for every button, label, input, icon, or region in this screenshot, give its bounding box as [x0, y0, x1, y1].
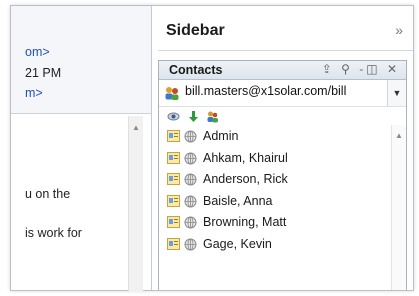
- divider: [158, 50, 413, 51]
- contact-card-icon: [167, 216, 180, 228]
- email-header: om> 21 PM m>: [11, 6, 151, 114]
- contact-name: Ahkam, Khairul: [203, 150, 288, 165]
- account-people-icon: [165, 87, 179, 100]
- globe-icon: [184, 152, 197, 164]
- globe-icon: [184, 238, 197, 250]
- contact-name: Admin: [203, 129, 239, 143]
- sender-address[interactable]: om>: [25, 45, 50, 59]
- scroll-up-arrow-icon[interactable]: ▲: [129, 122, 143, 134]
- contact-name: Browning, Matt: [203, 215, 287, 229]
- sidebar-title: Sidebar: [166, 22, 225, 39]
- contact-list: Admin Ahkam, Khairul Anderson, Rick Bais…: [159, 127, 406, 256]
- contacts-panel: Contacts ⇪ ⚲ -◫ ✕ bill.masters@x1solar.c…: [158, 60, 407, 290]
- download-arrow-icon[interactable]: [187, 110, 200, 123]
- eye-icon[interactable]: [167, 110, 180, 123]
- list-item[interactable]: Browning, Matt: [159, 213, 406, 235]
- list-item[interactable]: Baisle, Anna: [159, 192, 406, 214]
- account-address: bill.masters@x1solar.com/bill: [185, 84, 347, 98]
- people-icon[interactable]: [206, 110, 219, 123]
- undock-icon[interactable]: ⇪: [322, 62, 335, 76]
- globe-icon: [184, 173, 197, 186]
- sent-time: 21 PM: [25, 66, 62, 80]
- contact-name: Anderson, Rick: [203, 172, 288, 186]
- sidebar: Sidebar » Contacts ⇪ ⚲ -◫ ✕ bill.masters…: [152, 6, 413, 290]
- contact-card-icon: [167, 237, 180, 250]
- recipient-address[interactable]: m>: [25, 86, 43, 100]
- sidebar-collapse-icon[interactable]: »: [395, 22, 403, 38]
- search-icon[interactable]: ⚲: [341, 62, 353, 76]
- contacts-title: Contacts: [169, 63, 223, 77]
- contact-card-icon: [167, 151, 180, 164]
- contacts-scrollbar[interactable]: ▲: [391, 125, 406, 290]
- globe-icon: [184, 130, 197, 143]
- scroll-up-arrow-icon[interactable]: ▲: [392, 131, 406, 140]
- contact-card-icon: [167, 194, 180, 207]
- contacts-header: Contacts ⇪ ⚲ -◫ ✕: [159, 61, 406, 80]
- list-item[interactable]: Ahkam, Khairul: [159, 149, 406, 171]
- contact-card-icon: [167, 173, 180, 185]
- list-item[interactable]: Admin: [159, 127, 406, 149]
- chevron-down-icon[interactable]: ▼: [387, 80, 406, 106]
- contacts-toolbar: [159, 107, 406, 127]
- email-body-line: u on the: [25, 187, 71, 201]
- contact-card-icon: [167, 130, 180, 142]
- panel-controls: ⇪ ⚲ -◫ ✕: [322, 62, 400, 76]
- email-body-line: is work for: [25, 226, 82, 240]
- contact-name: Gage, Kevin: [203, 236, 272, 251]
- globe-icon: [184, 195, 197, 207]
- email-scrollbar[interactable]: ▲: [128, 116, 143, 292]
- list-item[interactable]: Gage, Kevin: [159, 235, 406, 257]
- close-icon[interactable]: ✕: [387, 62, 400, 76]
- list-item[interactable]: Anderson, Rick: [159, 170, 406, 192]
- contact-name: Baisle, Anna: [203, 193, 273, 208]
- application-window: om> 21 PM m> u on the is work for ▲ Side…: [10, 5, 414, 292]
- account-selector[interactable]: bill.masters@x1solar.com/bill ▼: [159, 80, 406, 107]
- minimize-icon[interactable]: -◫: [359, 62, 380, 76]
- email-pane: om> 21 PM m> u on the is work for ▲: [11, 6, 152, 292]
- globe-icon: [184, 216, 197, 229]
